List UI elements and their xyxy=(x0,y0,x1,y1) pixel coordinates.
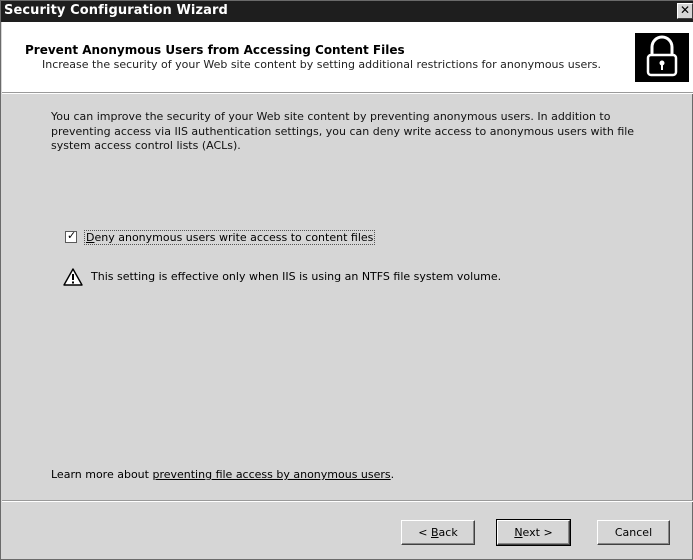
learn-more-prefix: Learn more about xyxy=(51,468,153,481)
warning-text: This setting is effective only when IIS … xyxy=(91,270,502,283)
wizard-window: Security Configuration Wizard ✕ Prevent … xyxy=(0,0,693,560)
next-button[interactable]: Next > xyxy=(496,519,571,546)
page-title: Prevent Anonymous Users from Accessing C… xyxy=(25,43,405,57)
lock-icon xyxy=(635,33,689,82)
learn-more-link[interactable]: preventing file access by anonymous user… xyxy=(152,468,390,481)
checkbox-label-text: eny anonymous users write access to cont… xyxy=(94,231,374,244)
wizard-header: Prevent Anonymous Users from Accessing C… xyxy=(2,22,693,92)
close-button[interactable]: ✕ xyxy=(677,3,693,19)
window-title: Security Configuration Wizard xyxy=(4,3,228,18)
back-button[interactable]: < Back xyxy=(401,520,475,545)
next-button-text: ext > xyxy=(522,526,553,539)
access-key-n: N xyxy=(514,526,523,539)
footer-divider-highlight xyxy=(2,501,693,502)
cancel-button[interactable]: Cancel xyxy=(597,520,670,545)
deny-write-checkbox-label[interactable]: Deny anonymous users write access to con… xyxy=(84,230,376,245)
learn-more-suffix: . xyxy=(390,468,395,481)
warning-icon xyxy=(63,268,83,290)
deny-write-checkbox[interactable]: ✓ xyxy=(65,229,77,243)
description-text: You can improve the security of your Web… xyxy=(51,110,635,152)
page-subtitle: Increase the security of your Web site c… xyxy=(42,58,601,71)
back-button-text: ack xyxy=(438,526,458,539)
title-bar[interactable]: Security Configuration Wizard ✕ xyxy=(1,1,693,22)
back-button-prefix: < xyxy=(418,526,431,539)
learn-more-line: Learn more about preventing file access … xyxy=(51,468,394,481)
header-divider-highlight xyxy=(2,93,693,94)
access-key-b: B xyxy=(431,526,439,539)
check-mark-icon: ✓ xyxy=(67,229,77,242)
